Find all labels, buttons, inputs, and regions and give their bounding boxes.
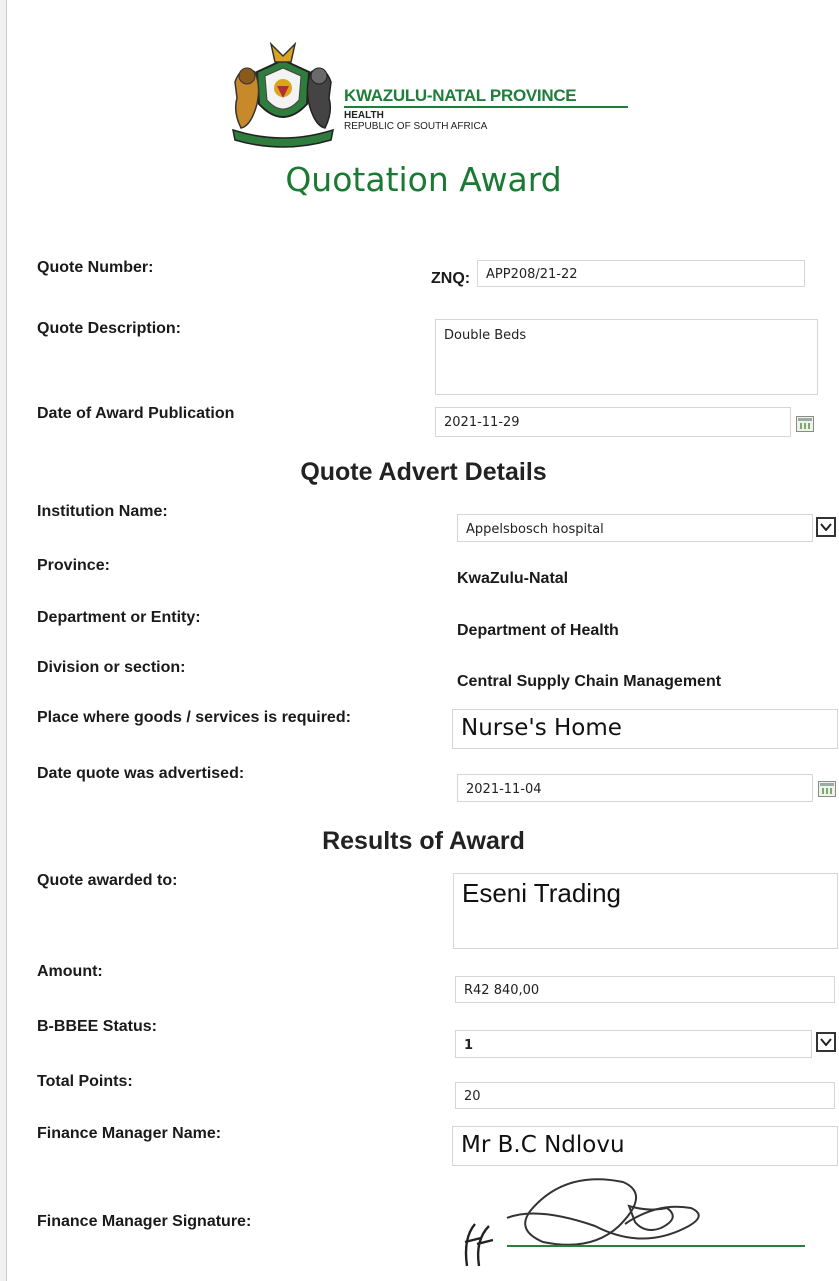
chevron-down-icon: [820, 523, 832, 531]
award-date-label: Date of Award Publication: [37, 405, 235, 422]
institution-select[interactable]: Appelsbosch hospital: [457, 514, 813, 542]
coat-of-arms-icon: [232, 42, 334, 148]
page-title: Quotation Award: [285, 160, 562, 199]
division-value: Central Supply Chain Management: [457, 673, 722, 690]
department-label: Department or Entity:: [37, 609, 201, 626]
institution-dropdown-button[interactable]: [816, 517, 836, 537]
total-points-label: Total Points:: [37, 1073, 133, 1090]
department-name: HEALTH: [344, 110, 384, 121]
award-page: KWAZULU-NATAL PROVINCE HEALTH REPUBLIC O…: [6, 0, 839, 1281]
bbbee-label: B-BBEE Status:: [37, 1018, 158, 1035]
quote-description-label: Quote Description:: [37, 320, 182, 337]
total-points-field[interactable]: 20: [455, 1082, 835, 1109]
advert-section-title: Quote Advert Details: [300, 458, 547, 486]
signature-label: Finance Manager Signature:: [37, 1213, 252, 1230]
finance-manager-label: Finance Manager Name:: [37, 1125, 222, 1142]
province-name: KWAZULU-NATAL PROVINCE: [344, 86, 577, 105]
chevron-down-icon: [820, 1038, 832, 1046]
country-name: REPUBLIC OF SOUTH AFRICA: [344, 121, 488, 132]
place-field[interactable]: Nurse's Home: [452, 709, 838, 749]
amount-field[interactable]: R42 840,00: [455, 976, 835, 1003]
amount-label: Amount:: [37, 963, 103, 980]
results-section-title: Results of Award: [322, 827, 525, 855]
department-value: Department of Health: [457, 622, 619, 639]
award-date-field[interactable]: 2021-11-29: [435, 407, 791, 437]
awarded-to-field[interactable]: Eseni Trading: [453, 873, 838, 949]
place-label: Place where goods / services is required…: [37, 709, 351, 726]
calendar-icon[interactable]: [818, 781, 836, 797]
awarded-to-label: Quote awarded to:: [37, 872, 178, 889]
handwritten-signature: [464, 1178, 805, 1267]
advertised-date-field[interactable]: 2021-11-04: [457, 774, 813, 802]
province-value: KwaZulu-Natal: [457, 570, 569, 587]
finance-manager-field[interactable]: Mr B.C Ndlovu: [452, 1126, 838, 1166]
quote-number-label: Quote Number:: [37, 259, 154, 276]
institution-label: Institution Name:: [37, 503, 168, 520]
province-label: Province:: [37, 557, 110, 574]
advertised-date-label: Date quote was advertised:: [37, 765, 245, 782]
bbbee-select[interactable]: 1: [455, 1030, 812, 1058]
quote-number-prefix: ZNQ:: [431, 270, 471, 287]
bbbee-dropdown-button[interactable]: [816, 1032, 836, 1052]
division-label: Division or section:: [37, 659, 186, 676]
quote-description-field[interactable]: Double Beds: [435, 319, 818, 395]
header-divider: [344, 106, 628, 108]
calendar-icon[interactable]: [796, 416, 814, 432]
quote-number-field[interactable]: APP208/21-22: [477, 260, 805, 287]
